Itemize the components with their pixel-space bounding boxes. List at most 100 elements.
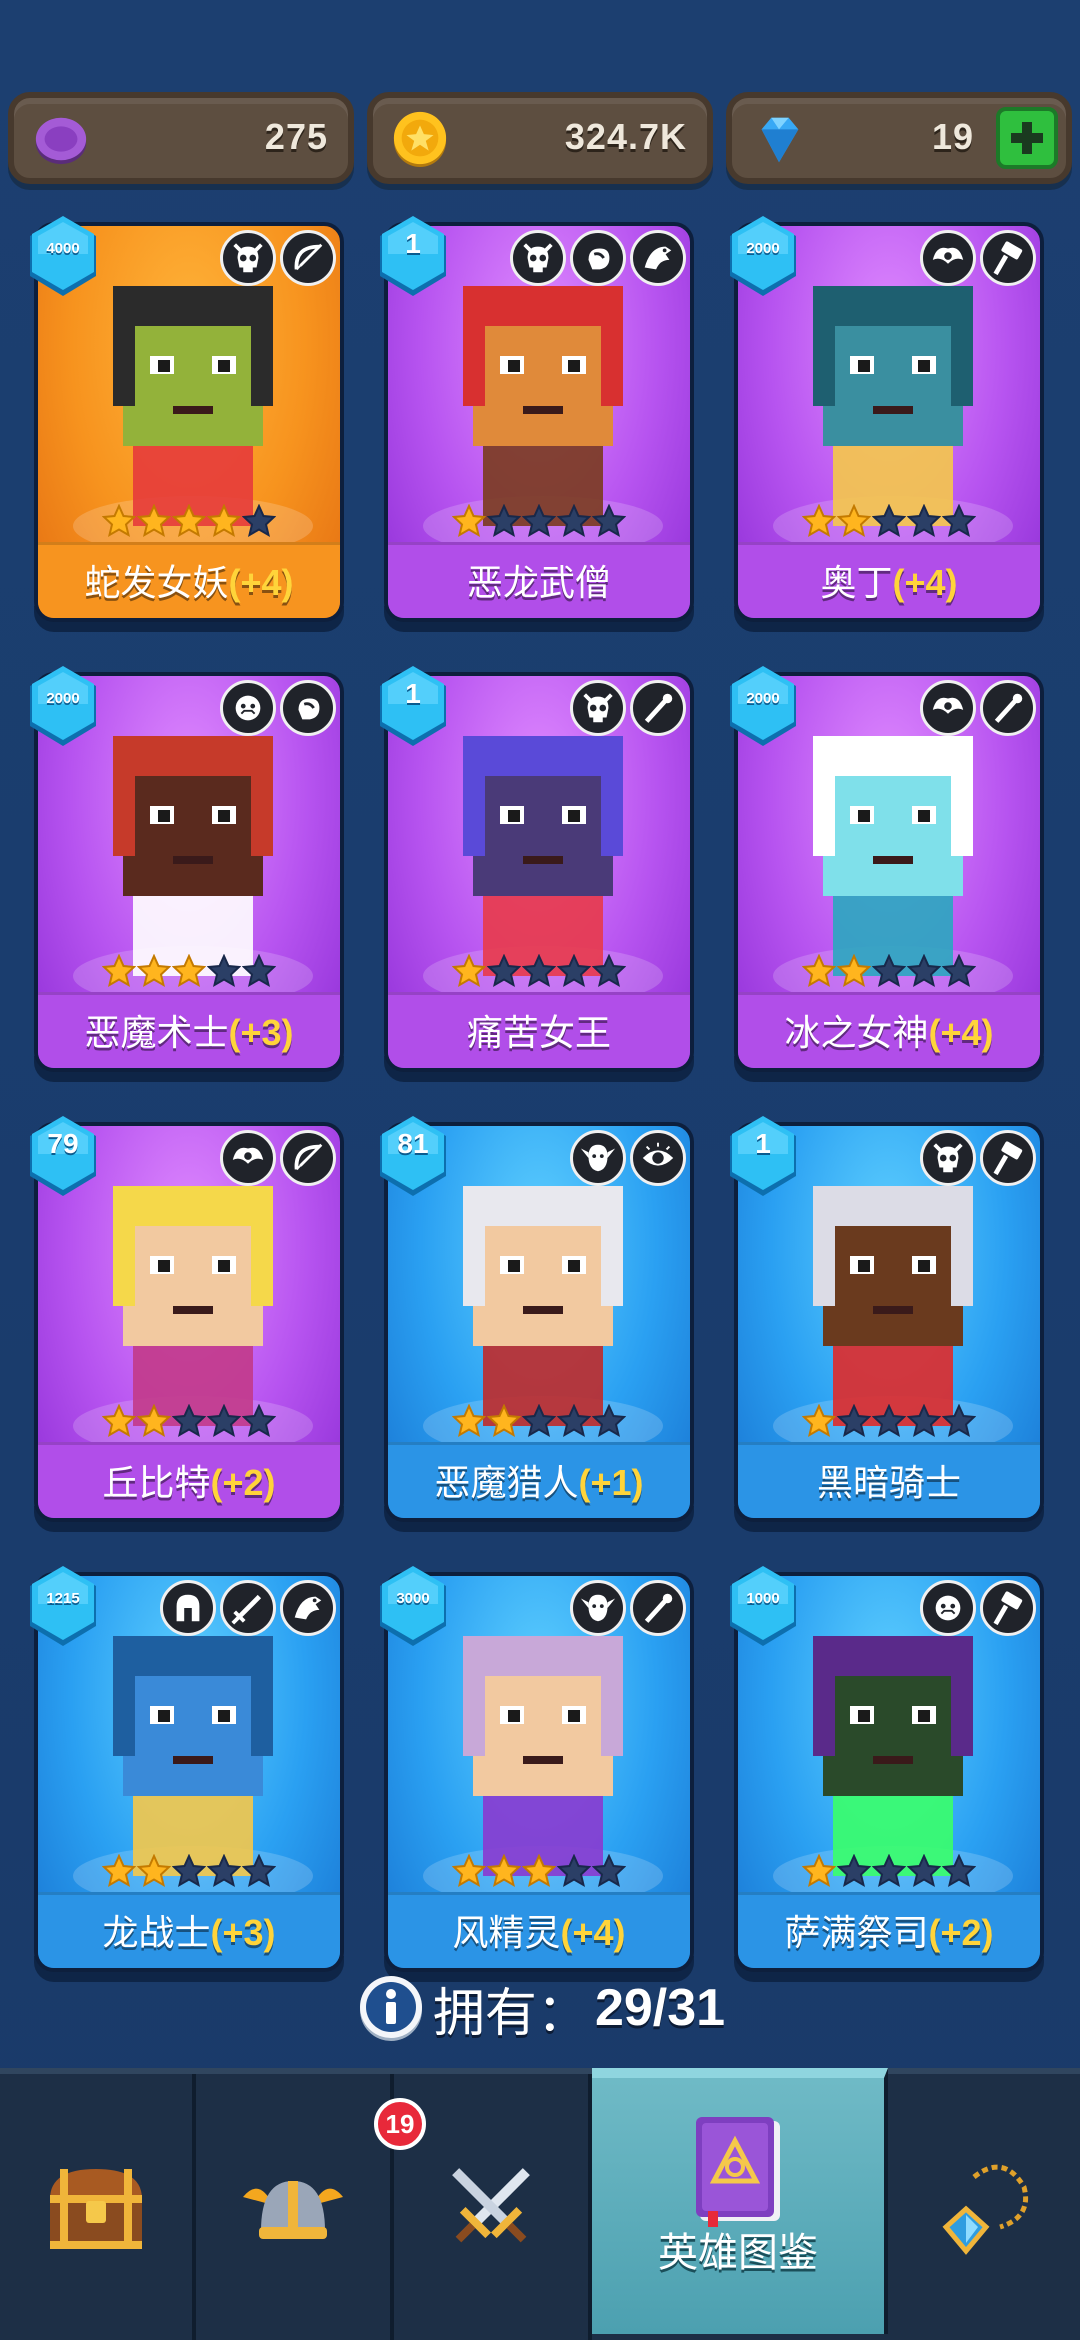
amulet-icon — [942, 2164, 1028, 2255]
tab-hero-book-label: 英雄图鉴 — [658, 2230, 818, 2276]
star-filled-icon — [172, 954, 206, 988]
hero-name-text: 恶魔猎人 — [434, 1463, 579, 1504]
star-filled-icon — [102, 954, 136, 988]
hero-card[interactable]: 痛苦女王 1 — [380, 666, 694, 1082]
orc-face-icon[interactable] — [220, 680, 276, 736]
star-empty-icon — [172, 1854, 206, 1888]
star-filled-icon — [102, 1854, 136, 1888]
hero-card[interactable]: 风精灵(+4) 3000 — [380, 1566, 694, 1982]
elf-face-icon[interactable] — [570, 1580, 626, 1636]
star-rating — [388, 1854, 690, 1888]
add-gems-button[interactable] — [996, 107, 1058, 169]
level-value: 4000 — [46, 240, 80, 257]
fist-icon[interactable] — [280, 680, 336, 736]
hero-bonus: (+3) — [228, 1012, 294, 1053]
crossed-swords-icon — [452, 2168, 530, 2243]
hero-name-text: 恶魔术士 — [84, 1013, 229, 1054]
hero-card[interactable]: 冰之女神(+4) 2000 — [730, 666, 1044, 1082]
level-value: 1000 — [746, 1590, 780, 1607]
owned-count: 29/31 — [594, 1979, 726, 2037]
bow-icon[interactable] — [280, 230, 336, 286]
hero-bonus: (+1) — [578, 1462, 644, 1503]
hero-name-text: 风精灵 — [452, 1913, 561, 1954]
star-empty-icon — [487, 504, 521, 538]
dragon-icon[interactable] — [280, 1580, 336, 1636]
star-empty-icon — [592, 504, 626, 538]
winged-emblem-icon[interactable] — [920, 680, 976, 736]
star-empty-icon — [907, 1854, 941, 1888]
star-filled-icon — [522, 1854, 556, 1888]
star-rating — [388, 954, 690, 988]
star-filled-icon — [802, 1404, 836, 1438]
hero-bonus: (+2) — [210, 1462, 276, 1503]
wand-icon[interactable] — [630, 1580, 686, 1636]
hero-card[interactable]: 蛇发女妖(+4) 4000 — [30, 216, 344, 632]
tab-heroes[interactable]: 19 — [196, 2074, 426, 2340]
star-empty-icon — [522, 1404, 556, 1438]
bow-icon[interactable] — [280, 1130, 336, 1186]
hexagon-icon — [30, 216, 96, 296]
hammer-icon[interactable] — [980, 1130, 1036, 1186]
potion-currency[interactable]: 275 — [8, 92, 354, 184]
hero-card[interactable]: 龙战士(+3) 1215 — [30, 1566, 344, 1982]
info-icon[interactable] — [355, 1972, 427, 2044]
elf-face-icon[interactable] — [570, 1130, 626, 1186]
hero-name-text: 奥丁 — [820, 563, 893, 604]
eye-icon[interactable] — [630, 1130, 686, 1186]
coin-currency[interactable]: 324.7K — [367, 92, 713, 184]
orc-face-icon[interactable] — [920, 1580, 976, 1636]
dragon-icon[interactable] — [630, 230, 686, 286]
trait-icons — [570, 680, 686, 736]
demon-skull-icon[interactable] — [220, 230, 276, 286]
hero-name: 萨满祭司(+2) — [738, 1904, 1040, 1956]
wand-icon[interactable] — [630, 680, 686, 736]
sword-icon[interactable] — [220, 1580, 276, 1636]
hero-card[interactable]: 恶龙武僧 1 — [380, 216, 694, 632]
hero-card[interactable]: 丘比特(+2) 79 — [30, 1116, 344, 1532]
star-filled-icon — [802, 954, 836, 988]
hero-card[interactable]: 恶魔猎人(+1) 81 — [380, 1116, 694, 1532]
hero-book-icon — [696, 2117, 780, 2227]
star-filled-icon — [172, 504, 206, 538]
star-empty-icon — [907, 954, 941, 988]
hexagon-icon — [730, 666, 796, 746]
demon-skull-icon[interactable] — [510, 230, 566, 286]
demon-skull-icon[interactable] — [570, 680, 626, 736]
level-badge: 1215 — [24, 1564, 102, 1650]
tab-hero-book[interactable]: 英雄图鉴 — [592, 2068, 888, 2334]
level-value: 2000 — [46, 690, 80, 707]
level-badge: 1 — [374, 664, 452, 750]
demon-skull-icon[interactable] — [920, 1130, 976, 1186]
star-filled-icon — [137, 1854, 171, 1888]
hero-card[interactable]: 黑暗骑士 1 — [730, 1116, 1044, 1532]
helmet-icon[interactable] — [160, 1580, 216, 1636]
hero-card[interactable]: 萨满祭司(+2) 1000 — [730, 1566, 1044, 1982]
hexagon-icon — [30, 666, 96, 746]
star-empty-icon — [522, 954, 556, 988]
tab-battle[interactable] — [394, 2074, 592, 2340]
hammer-icon[interactable] — [980, 230, 1036, 286]
hero-name: 蛇发女妖(+4) — [38, 554, 340, 606]
winged-emblem-icon[interactable] — [220, 1130, 276, 1186]
trait-icons — [920, 1130, 1036, 1186]
star-filled-icon — [837, 954, 871, 988]
diamond-icon — [761, 117, 799, 163]
winged-emblem-icon[interactable] — [920, 230, 976, 286]
trait-icons — [220, 680, 336, 736]
level-badge: 4000 — [24, 214, 102, 300]
hammer-icon[interactable] — [980, 1580, 1036, 1636]
wand-icon[interactable] — [980, 680, 1036, 736]
hero-card[interactable]: 恶魔术士(+3) 2000 — [30, 666, 344, 1082]
tab-chest[interactable] — [0, 2074, 196, 2340]
treasure-chest-icon — [50, 2169, 142, 2249]
hero-card[interactable]: 奥丁(+4) 2000 — [730, 216, 1044, 632]
level-badge: 79 — [24, 1114, 102, 1200]
star-empty-icon — [242, 1404, 276, 1438]
star-filled-icon — [487, 1854, 521, 1888]
star-filled-icon — [802, 1854, 836, 1888]
gold-coin-icon — [393, 111, 447, 168]
tab-equipment[interactable] — [888, 2074, 1080, 2340]
level-badge: 2000 — [24, 664, 102, 750]
fist-icon[interactable] — [570, 230, 626, 286]
hero-name-text: 萨满祭司 — [784, 1913, 929, 1954]
